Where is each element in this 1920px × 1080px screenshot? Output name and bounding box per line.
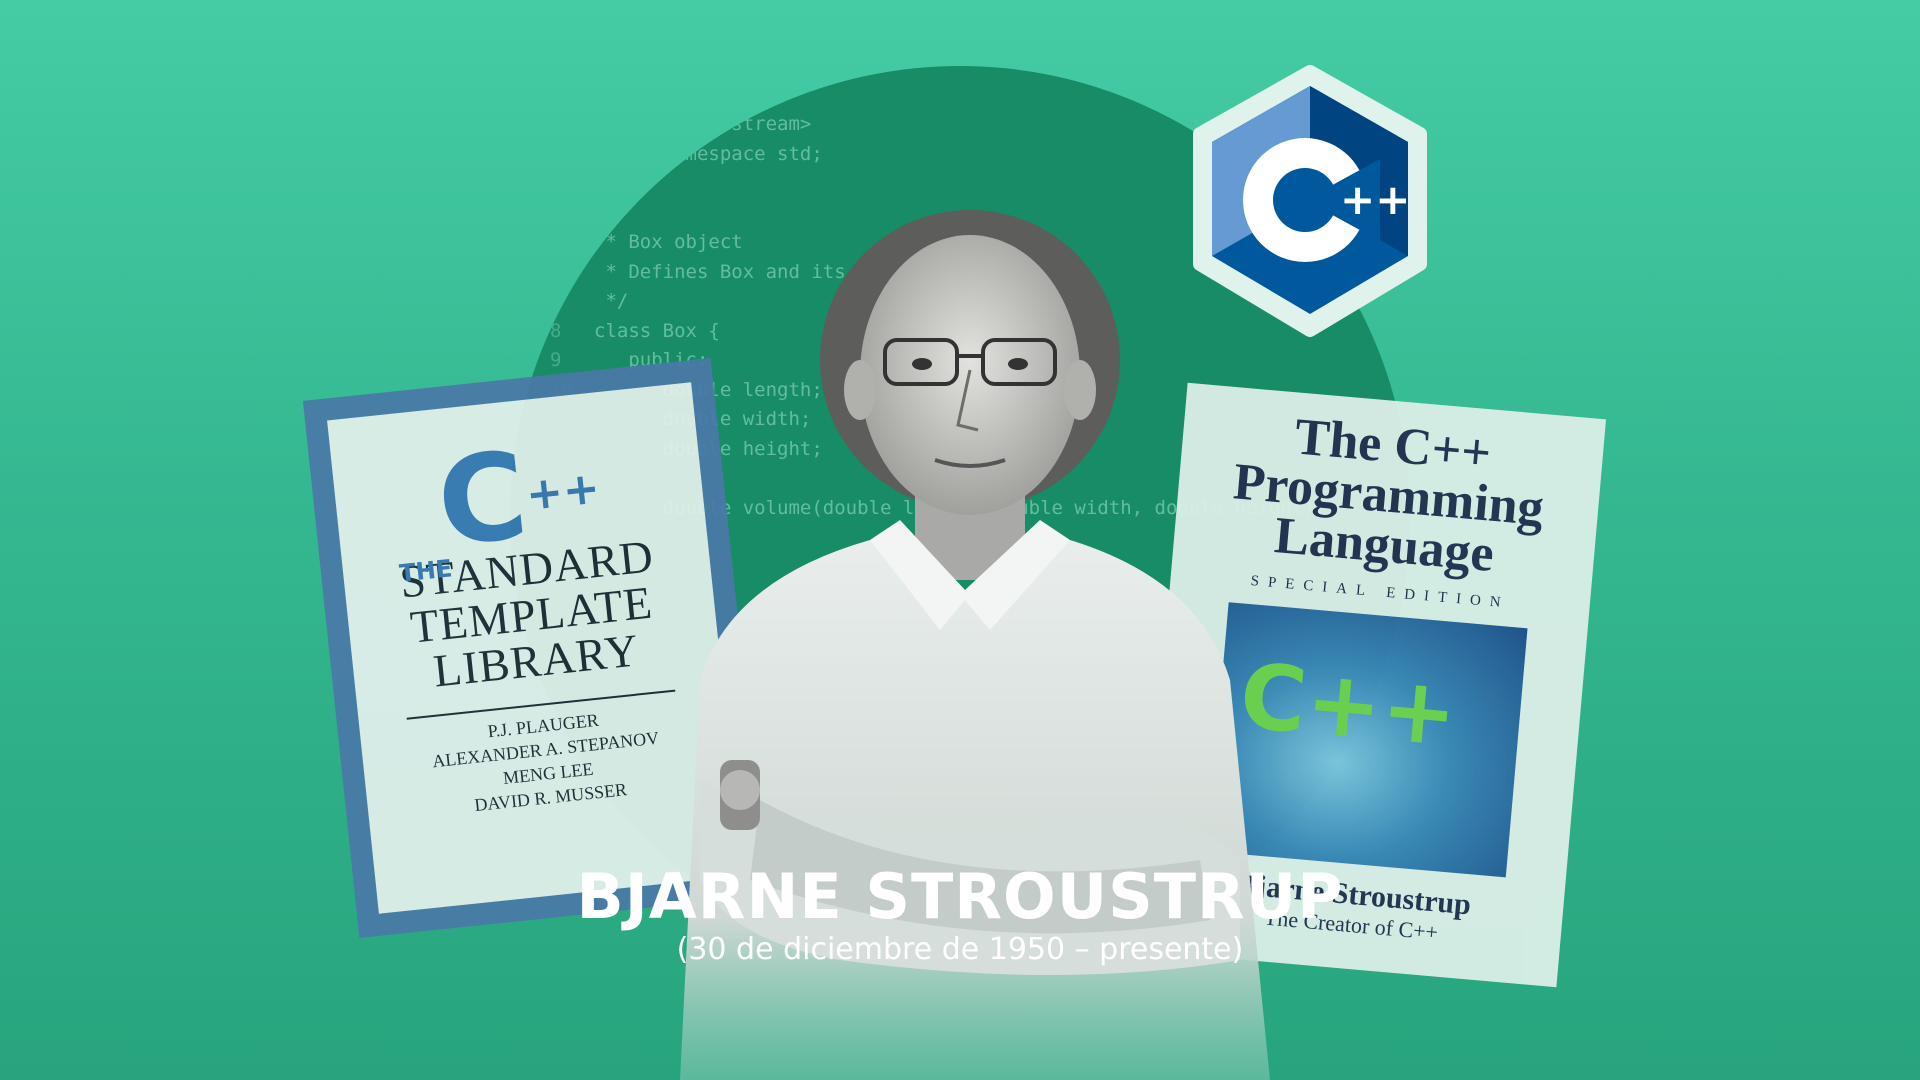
book-stl-plus: ++	[523, 462, 603, 521]
cpp-logo-plus: ++	[1340, 175, 1410, 224]
code-line-number: 8	[550, 319, 562, 342]
code-line-text: */	[594, 290, 629, 312]
code-line-text: /*	[594, 201, 617, 224]
cpp-logo-icon: ++	[1193, 65, 1427, 337]
person-name: BJARNE STROUSTRUP	[576, 860, 1344, 933]
code-line-text: #include <iostream>	[594, 113, 812, 135]
book-stl-the: THE	[398, 554, 454, 588]
person-dates: (30 de diciembre de 1950 – presente)	[676, 932, 1244, 967]
poster: #include <iostream> using namespace std; /…	[0, 0, 1920, 1080]
